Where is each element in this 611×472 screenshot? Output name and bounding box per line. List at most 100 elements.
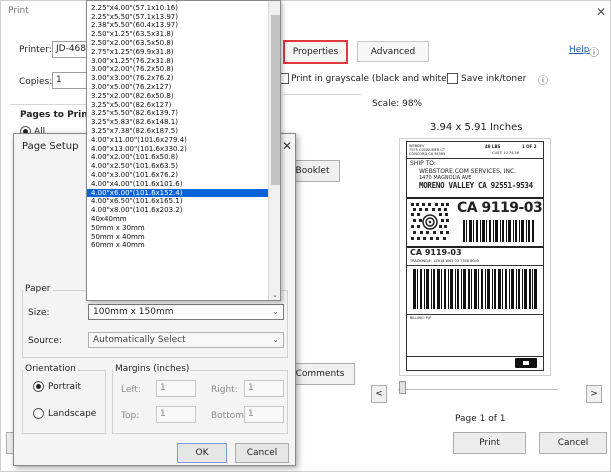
main-cancel-button[interactable]: Cancel <box>539 432 607 454</box>
size-option[interactable]: 4.00"x2.00"(101.6x50.8) <box>87 153 268 162</box>
right-margin-input[interactable]: 1 <box>244 380 284 397</box>
size-option[interactable]: 4.00"x13.00"(101.6x330.2) <box>87 145 268 154</box>
prev-page-button[interactable]: < <box>371 385 387 403</box>
advanced-label: Advanced <box>370 46 416 57</box>
size-option[interactable]: 4.00"x3.00"(101.6x76.2) <box>87 171 268 180</box>
landscape-radio[interactable] <box>33 408 44 419</box>
size-option[interactable]: 4.00"x6.00"(101.6x152.4) <box>87 188 268 198</box>
city-text: MORENO VALLEY CA 92551-9534 <box>419 181 533 190</box>
tracking-text: TRACKING#: 1Z818 W65 03 7358 6045 <box>410 259 480 263</box>
chevron-right-icon: > <box>590 389 598 399</box>
orientation-group-label: Orientation <box>23 364 78 374</box>
billing-text: BILLING: P/P <box>410 316 432 320</box>
size-option[interactable]: 3.25"x5.00"(82.6x127) <box>87 101 268 110</box>
page-setup-ok-button[interactable]: OK <box>177 443 227 463</box>
bottom-margin-label: Bottom: <box>211 411 248 421</box>
size-option[interactable]: 4.00"x6.50"(101.6x165.1) <box>87 197 268 206</box>
size-option[interactable]: 4.00"x8.00"(101.6x203.2) <box>87 206 268 215</box>
routing-barcode <box>463 220 534 242</box>
size-option[interactable]: 2.75"x1.25"(69.9x31.8) <box>87 48 268 57</box>
source-select-value: Automatically Select <box>93 335 186 345</box>
size-select[interactable]: 100mm x 150mm ⌄ <box>88 304 284 320</box>
options-divider <box>283 94 361 95</box>
header-divider <box>407 158 543 159</box>
dropdown-scroll-thumb[interactable] <box>271 15 280 185</box>
size-option[interactable]: 3.25"x5.83"(82.6x148.1) <box>87 118 268 127</box>
page-slider-track[interactable] <box>398 389 558 399</box>
size-option[interactable]: 60mm x 40mm <box>87 241 268 250</box>
origin-line-3: CONCORD CA 94565 <box>409 152 446 156</box>
top-margin-input[interactable]: 1 <box>156 406 196 423</box>
barcode-divider <box>407 314 543 315</box>
page-setup-cancel-label: Cancel <box>246 448 278 458</box>
weight-text: 48 LBS <box>485 144 501 149</box>
help-icon[interactable]: ⓘ <box>589 44 599 59</box>
preview-label-page: WEBDEV 7575 CONSUMER CT CONCORD CA 94565… <box>399 138 551 376</box>
size-option[interactable]: 50mm x 40mm <box>87 233 268 242</box>
scale-text: Scale: 98% <box>372 99 423 109</box>
source-chevron-down-icon: ⌄ <box>272 335 279 344</box>
label-border: WEBDEV 7575 CONSUMER CT CONCORD CA 94565… <box>406 141 544 371</box>
help-link[interactable]: Help <box>569 45 590 55</box>
size-option[interactable]: 2.50"x2.00"(63.5x50.8) <box>87 39 268 48</box>
bottom-margin-input[interactable]: 1 <box>244 406 284 423</box>
size-option[interactable]: 2.25"x4.00"(57.1x10.16) <box>87 4 268 13</box>
size-option[interactable]: 3.00"x5.00"(76.2x127) <box>87 83 268 92</box>
page-setup-title: Page Setup <box>22 141 79 152</box>
size-label: Size: <box>28 308 50 318</box>
advanced-button[interactable]: Advanced <box>357 41 429 62</box>
ship-to-label: SHIP TO: <box>410 160 436 167</box>
left-margin-input[interactable]: 1 <box>156 380 196 397</box>
top-margin-label: Top: <box>121 411 140 421</box>
page-slider-thumb[interactable] <box>399 381 406 394</box>
paper-group-label: Paper <box>23 284 53 294</box>
dropdown-scrollbar[interactable]: ⌄ <box>268 1 280 300</box>
size-option[interactable]: 4.00"x11.00"(101.6x279.4) <box>87 136 268 145</box>
size-option[interactable]: 2.38"x5.50"(60.4x13.97) <box>87 21 268 30</box>
size-option[interactable]: 4.00"x2.50"(101.6x63.5) <box>87 162 268 171</box>
maxicode-icon <box>410 202 450 242</box>
carrier-logo-icon <box>515 358 537 368</box>
landscape-label: Landscape <box>48 409 97 419</box>
size-option[interactable]: 3.00"x3.00"(76.2x76.2) <box>87 74 268 83</box>
page-setup-ok-label: OK <box>195 448 209 458</box>
print-button[interactable]: Print <box>453 432 526 454</box>
source-select[interactable]: Automatically Select ⌄ <box>88 332 284 348</box>
size-option[interactable]: 2.50"x1.25"(63.5x31.8) <box>87 30 268 39</box>
portrait-label: Portrait <box>48 382 82 392</box>
save-ink-checkbox[interactable] <box>447 73 458 84</box>
grayscale-label: Print in grayscale (black and white) <box>291 74 451 84</box>
size-option[interactable]: 3.00"x2.00"(76.2x50.8) <box>87 65 268 74</box>
page-indicator-text: Page 1 of 1 <box>455 414 506 424</box>
pages-to-print-heading: Pages to Print <box>20 110 92 120</box>
address-divider <box>407 197 543 199</box>
info-icon[interactable]: ⓘ <box>538 72 548 87</box>
zip-large-text: CA 9119-03 <box>457 200 543 216</box>
portrait-radio[interactable] <box>33 381 44 392</box>
close-icon[interactable]: ✕ <box>596 5 606 19</box>
consignee-text: WEBSTORE.COM SERVICES, INC. <box>419 168 517 175</box>
next-page-button[interactable]: > <box>586 385 602 403</box>
size-dropdown-list[interactable]: 2.25"x4.00"(57.1x101.6)2.25"x4.00"(57.1x… <box>86 0 281 301</box>
size-option[interactable]: 3.25"x7.38"(82.6x187.5) <box>87 127 268 136</box>
size-option[interactable]: 3.25"x5.50"(82.6x139.7) <box>87 109 268 118</box>
booklet-label: Booklet <box>295 166 330 176</box>
size-option[interactable]: 40x40mm <box>87 215 268 224</box>
size-option[interactable]: 50mm x 30mm <box>87 224 268 233</box>
size-select-value: 100mm x 150mm <box>93 307 174 317</box>
page-setup-cancel-button[interactable]: Cancel <box>235 443 289 463</box>
preview-size-text: 3.94 x 5.91 Inches <box>430 122 523 133</box>
properties-button[interactable]: Properties <box>283 40 348 64</box>
copies-label: Copies: <box>19 77 53 87</box>
size-option[interactable]: 2.25"x5.50"(57.1x13.97) <box>87 13 268 22</box>
size-dropdown-items: 2.25"x4.00"(57.1x101.6)2.25"x4.00"(57.1x… <box>87 1 268 250</box>
page-setup-close-icon[interactable]: ✕ <box>282 139 292 153</box>
size-option[interactable]: 3.00"x1.25"(76.2x31.8) <box>87 57 268 66</box>
source-label: Source: <box>28 336 62 346</box>
size-option[interactable]: 3.25"x2.00"(82.6x50.8) <box>87 92 268 101</box>
printer-label: Printer: <box>19 45 52 55</box>
size-option[interactable]: 4.00"x4.00"(101.6x101.6) <box>87 180 268 189</box>
orientation-group <box>22 370 106 434</box>
left-margin-label: Left: <box>121 385 141 395</box>
scroll-down-arrow-icon[interactable]: ⌄ <box>270 290 280 300</box>
